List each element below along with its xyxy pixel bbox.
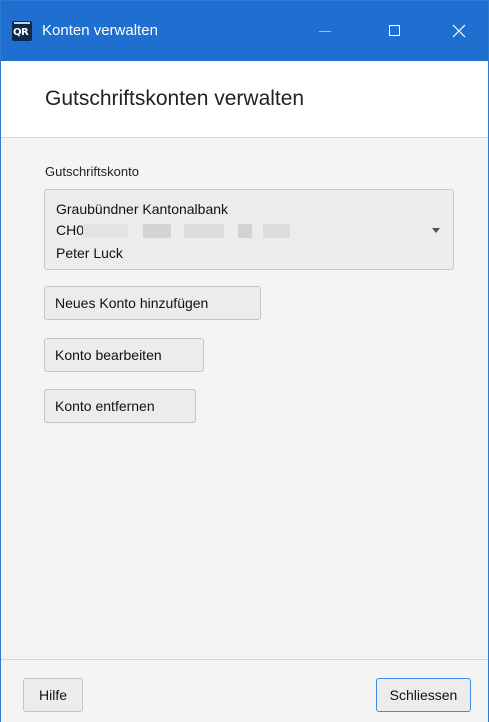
account-bank: Graubündner Kantonalbank xyxy=(56,201,229,217)
minimize-button[interactable] xyxy=(307,15,343,47)
chevron-down-icon xyxy=(432,228,440,233)
account-holder: Peter Luck xyxy=(56,245,123,261)
title-bar[interactable]: QR Konten verwalten xyxy=(1,1,488,61)
add-account-button[interactable]: Neues Konto hinzufügen xyxy=(44,286,261,320)
minimize-icon xyxy=(319,31,331,32)
maximize-icon xyxy=(389,25,400,36)
account-label: Gutschriftskonto xyxy=(45,164,139,179)
close-icon xyxy=(452,24,466,38)
qr-app-icon: QR xyxy=(12,21,32,41)
account-select[interactable]: Graubündner Kantonalbank CH09 Peter Luck xyxy=(44,189,454,270)
redacted-iban-mask xyxy=(83,224,290,238)
edit-account-button[interactable]: Konto bearbeiten xyxy=(44,338,204,372)
help-button[interactable]: Hilfe xyxy=(23,678,83,712)
dialog-header: Gutschriftskonten verwalten xyxy=(1,61,488,138)
remove-account-button[interactable]: Konto entfernen xyxy=(44,389,196,423)
dialog-window: QR Konten verwalten Gutschriftskonten ve… xyxy=(0,0,489,722)
page-title: Gutschriftskonten verwalten xyxy=(45,87,305,110)
window-title: Konten verwalten xyxy=(42,22,158,39)
dialog-footer: Hilfe Schliessen xyxy=(1,659,488,722)
close-button[interactable]: Schliessen xyxy=(376,678,471,712)
window-close-button[interactable] xyxy=(441,15,477,47)
maximize-button[interactable] xyxy=(377,15,413,47)
